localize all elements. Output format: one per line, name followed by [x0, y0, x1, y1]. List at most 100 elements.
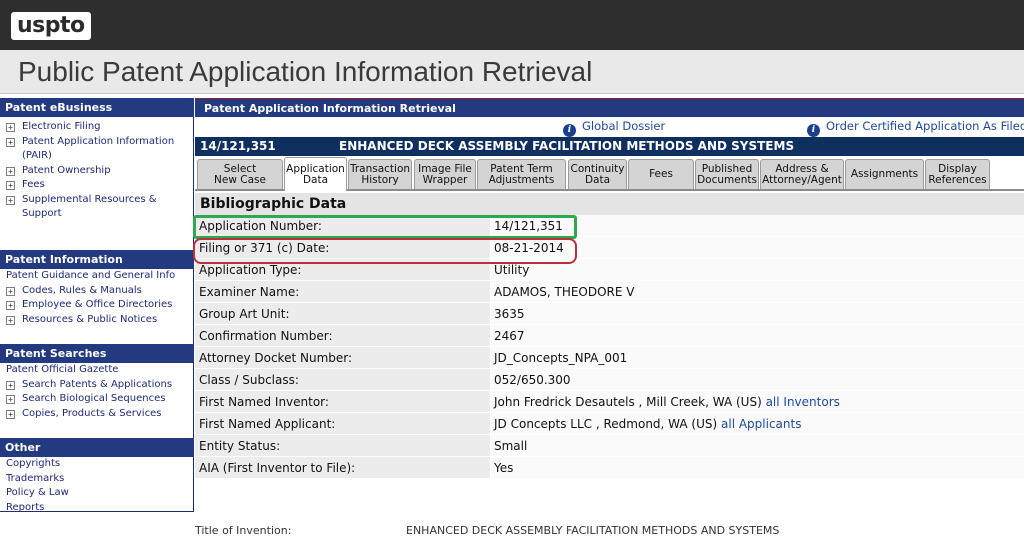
field-value: 052/650.300: [491, 369, 1024, 390]
filing-date-highlight: [193, 238, 577, 264]
sidebar-item[interactable]: + Patent Ownership: [0, 164, 194, 179]
uspto-logo[interactable]: uspto: [11, 12, 91, 40]
field-value: JD Concepts LLC , Redmond, WA (US) all A…: [491, 413, 1024, 434]
field-link[interactable]: all Applicants: [721, 417, 801, 431]
field-value-text: Small: [494, 439, 528, 453]
field-value-text: Utility: [494, 263, 530, 277]
sidebar-list: Copyrights Trademarks Policy & Law Reports: [0, 457, 194, 515]
sidebar-item[interactable]: Patent Guidance and General Info: [0, 269, 194, 284]
sidebar-list: Patent Guidance and General Info + Codes, …: [0, 269, 194, 327]
tab-select-new-case[interactable]: Select New Case: [197, 159, 283, 189]
sidebar-item[interactable]: + Employee & Office Directories: [0, 298, 194, 313]
sidebar-item-label: Patent Application Information (PAIR): [22, 135, 175, 162]
field-value-text: John Fredrick Desautels , Mill Creek, WA…: [494, 395, 762, 409]
sidebar-item-label: Electronic Filing: [22, 121, 101, 132]
sidebar-item[interactable]: + Fees: [0, 178, 194, 193]
sidebar-item[interactable]: + Resources & Public Notices: [0, 313, 194, 328]
expand-plus-icon[interactable]: +: [6, 380, 15, 390]
expand-plus-icon[interactable]: +: [6, 181, 15, 190]
sidebar-item-label: Codes, Rules & Manuals: [22, 284, 142, 296]
sidebar-item[interactable]: Copyrights: [0, 457, 194, 472]
field-row: Confirmation Number: 2467: [195, 325, 1024, 347]
sidebar-item-label: Copies, Products & Services: [22, 407, 162, 419]
field-row: Attorney Docket Number: JD_Concepts_NPA_0…: [195, 347, 1024, 369]
field-label: First Named Inventor:: [195, 391, 490, 412]
field-value: John Fredrick Desautels , Mill Creek, WA…: [491, 391, 1024, 412]
sidebar-list: + Electronic Filing + Patent Application In…: [0, 120, 194, 222]
tab-bar: Select New Case Application Data Transacti…: [195, 156, 1024, 191]
order-certified-link[interactable]: i Order Certified Application As Filed: [807, 118, 1024, 137]
expand-plus-icon[interactable]: +: [6, 123, 15, 132]
expand-plus-icon[interactable]: +: [6, 137, 15, 147]
sidebar-item[interactable]: + Copies, Products & Services: [0, 407, 194, 422]
field-value: Yes: [491, 457, 1024, 478]
tab-address-attorney-agent[interactable]: Address & Attorney/Agent: [760, 159, 844, 189]
sidebar-item[interactable]: + Codes, Rules & Manuals: [0, 284, 194, 299]
sidebar-item-label: Search Patents & Applications: [22, 378, 173, 390]
field-value: 3635: [491, 303, 1024, 324]
sidebar-item[interactable]: + Supplemental Resources & Support: [0, 193, 160, 222]
sidebar-section-header: Other: [0, 438, 194, 457]
field-row: Examiner Name: ADAMOS, THEODORE V: [195, 281, 1024, 303]
sidebar-item[interactable]: + Search Biological Sequences: [0, 392, 194, 407]
sidebar-item-label: Patent Official Gazette: [6, 364, 119, 375]
top-bar: uspto: [0, 0, 1024, 50]
sidebar: Patent eBusiness + Electronic Filing + Paten…: [0, 98, 194, 515]
sidebar-item-label: Fees: [22, 179, 45, 190]
field-value-text: JD Concepts LLC , Redmond, WA (US): [494, 417, 718, 431]
field-row: First Named Applicant: JD Concepts LLC , …: [195, 413, 1024, 435]
expand-plus-icon[interactable]: +: [6, 166, 15, 176]
field-row: Entity Status: Small: [195, 435, 1024, 457]
tab-transaction-history[interactable]: Transaction History: [348, 159, 412, 189]
sidebar-item-label: Copyrights: [6, 458, 61, 469]
sidebar-item[interactable]: + Search Patents & Applications: [0, 378, 194, 393]
expand-plus-icon[interactable]: +: [6, 286, 15, 296]
sidebar-item-label: Search Biological Sequences: [22, 393, 166, 404]
expand-plus-icon[interactable]: +: [6, 301, 15, 310]
sidebar-item[interactable]: Patent Official Gazette: [0, 363, 194, 378]
sidebar-item-label: Supplemental Resources & Support: [22, 193, 157, 220]
field-label: AIA (First Inventor to File):: [195, 457, 490, 478]
sidebar-item[interactable]: Reports: [0, 501, 194, 516]
expand-plus-icon[interactable]: +: [6, 315, 15, 325]
field-label: Confirmation Number:: [195, 325, 490, 346]
tab-published-documents[interactable]: Published Documents: [695, 159, 759, 189]
field-link[interactable]: all Inventors: [766, 395, 840, 409]
field-value: JD_Concepts_NPA_001: [491, 347, 1024, 368]
field-value-text: ADAMOS, THEODORE V: [494, 285, 635, 299]
expand-plus-icon[interactable]: +: [6, 409, 15, 419]
tab-assignments[interactable]: Assignments: [845, 159, 924, 189]
expand-plus-icon[interactable]: +: [6, 195, 15, 205]
info-icon: i: [563, 124, 576, 137]
field-label: Group Art Unit:: [195, 303, 490, 324]
tab-fees[interactable]: Fees: [628, 159, 694, 189]
tab-image-file-wrapper[interactable]: Image File Wrapper: [414, 159, 476, 189]
field-label: Attorney Docket Number:: [195, 347, 490, 368]
field-row: AIA (First Inventor to File): Yes: [195, 457, 1024, 479]
field-label: Class / Subclass:: [195, 369, 490, 390]
sidebar-section-header: Patent eBusiness: [0, 98, 194, 117]
sidebar-item-label: Employee & Office Directories: [22, 299, 173, 310]
sidebar-item[interactable]: Policy & Law: [0, 486, 194, 501]
tab-display-references[interactable]: Display References: [925, 159, 990, 189]
tab-application-data[interactable]: Application Data: [284, 157, 347, 191]
application-number: 14/121,351: [200, 139, 276, 153]
global-dossier-link[interactable]: i Global Dossier: [563, 118, 665, 137]
title-of-invention-label: Title of Invention:: [195, 524, 292, 537]
field-value-text: 2467: [494, 329, 525, 343]
tab-patent-term-adjustments[interactable]: Patent Term Adjustments: [477, 159, 566, 189]
field-value: ADAMOS, THEODORE V: [491, 281, 1024, 302]
sidebar-item[interactable]: Trademarks: [0, 472, 194, 487]
sidebar-item[interactable]: + Patent Application Information (PAIR): [0, 135, 176, 164]
field-value-text: JD_Concepts_NPA_001: [494, 351, 628, 365]
application-number-highlight: [193, 215, 577, 239]
expand-plus-icon[interactable]: +: [6, 395, 15, 404]
sidebar-item[interactable]: + Electronic Filing: [0, 120, 194, 135]
tab-continuity-data[interactable]: Continuity Data: [568, 159, 627, 189]
sidebar-item-label: Patent Guidance and General Info: [6, 270, 176, 281]
sidebar-item-label: Resources & Public Notices: [22, 313, 158, 325]
field-value-text: Yes: [494, 461, 514, 475]
section-title: Bibliographic Data: [195, 193, 1024, 215]
top-links: i Global Dossier i Order Certified Applica…: [195, 118, 1024, 137]
field-value: Small: [491, 435, 1024, 456]
